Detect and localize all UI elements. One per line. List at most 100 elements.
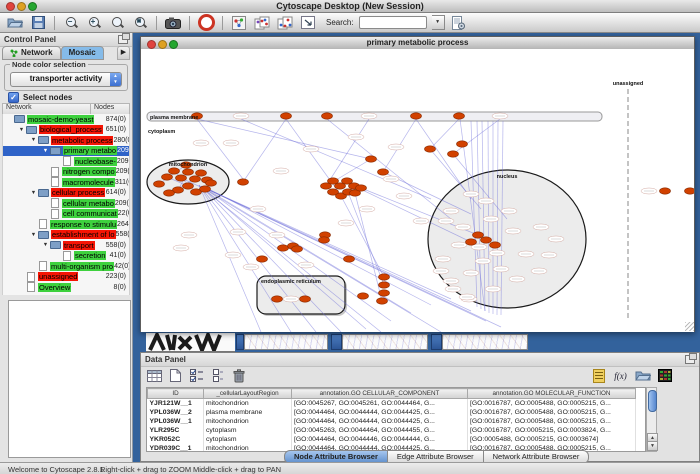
network-node[interactable] [272, 296, 283, 302]
expander-icon[interactable]: ▼ [29, 137, 38, 143]
tab-mosaic[interactable]: Mosaic [61, 46, 104, 60]
scrollbar-thumb[interactable] [648, 390, 657, 412]
network-node[interactable] [481, 237, 492, 243]
network-node[interactable] [292, 246, 303, 252]
float-window-icon[interactable] [118, 35, 128, 44]
cell[interactable]: mitochondrion [204, 417, 292, 426]
cell[interactable]: mitochondrion [204, 399, 292, 409]
network-node[interactable] [379, 274, 390, 280]
tree-row-nucleobase[interactable]: nucleobase-209(0) [3, 156, 129, 167]
import-attributes-button[interactable] [634, 367, 651, 384]
select-attributes-button[interactable] [146, 367, 163, 384]
cell[interactable]: [GO:0044464, GO:0044444, GO:0044425, G..… [292, 408, 468, 417]
scroll-down-button[interactable]: ▼ [647, 441, 658, 451]
background-window-sliver[interactable] [146, 333, 235, 352]
cell[interactable]: cytoplasm [204, 426, 292, 435]
tree-row-nitrogen-compo[interactable]: nitrogen compo209(0) [3, 167, 129, 178]
edge[interactable] [430, 119, 459, 149]
cell[interactable]: YLR295C [148, 426, 204, 435]
background-window-sliver[interactable] [442, 334, 528, 350]
network-node[interactable] [457, 141, 468, 147]
background-window-sliver[interactable] [342, 334, 428, 350]
snapshot-button[interactable] [164, 14, 182, 31]
background-window-titlebar[interactable] [331, 334, 342, 350]
column-header-cellularlayoutregion[interactable]: _cellularLayoutRegion [204, 389, 292, 399]
table-row-ylr295c[interactable]: YLR295Ccytoplasm[GO:0045263, GO:0044464,… [148, 426, 636, 435]
tab-network[interactable]: Network [2, 46, 61, 60]
cell[interactable]: YDR039C__1 [148, 444, 204, 452]
annotation-button[interactable] [299, 14, 317, 31]
cell[interactable]: [GO:0016787, GO:0005488, GO:0005215, G..… [468, 408, 636, 417]
cell[interactable]: [GO:0005488, GO:0005215, GO:0003674] [468, 435, 636, 444]
layout-button[interactable] [230, 14, 248, 31]
tree-row-establishment-of-lo[interactable]: ▼establishment of lo558(0) [3, 230, 129, 241]
zoom-selected-button[interactable]: ▣ [131, 14, 149, 31]
attribute-list-button[interactable] [590, 367, 607, 384]
network-node[interactable] [356, 185, 367, 191]
network-node[interactable] [425, 146, 436, 152]
tree-row-secretion[interactable]: secretion41(0) [3, 251, 129, 262]
network-node[interactable] [379, 282, 390, 288]
network-node[interactable] [300, 296, 311, 302]
tree-row-primary-metabo[interactable]: ▼primary metabo209(... [3, 146, 129, 157]
zoom-fit-button[interactable] [108, 14, 126, 31]
network-node[interactable] [169, 168, 180, 174]
cell[interactable]: plasma membrane [204, 408, 292, 417]
cell[interactable]: YPL036W__2 [148, 408, 204, 417]
birds-eye-view[interactable] [8, 300, 131, 458]
search-input[interactable] [359, 16, 427, 29]
table-row-ypl036w-2[interactable]: YPL036W__2plasma membrane[GO:0044464, GO… [148, 408, 636, 417]
expander-icon[interactable]: ▼ [41, 242, 50, 248]
network-node[interactable] [162, 174, 173, 180]
background-window-titlebar[interactable] [431, 334, 442, 350]
tree-row-overview[interactable]: Overview8(0) [3, 282, 129, 293]
background-window-sliver[interactable] [244, 334, 328, 350]
network-node[interactable] [196, 170, 207, 176]
tree-row-unassigned[interactable]: unassigned223(0) [3, 272, 129, 283]
network-node[interactable] [257, 256, 268, 262]
network-overlay-2-button[interactable] [276, 14, 294, 31]
network-overlay-1-button[interactable] [253, 14, 271, 31]
cell[interactable]: [GO:0044464, GO:0044446, GO:0044444, G..… [292, 435, 468, 444]
network-node[interactable] [358, 293, 369, 299]
network-node[interactable] [206, 180, 217, 186]
cell[interactable]: YJR121W__1 [148, 399, 204, 409]
table-scrollbar[interactable]: ▲ ▼ [646, 387, 657, 452]
network-node[interactable] [344, 256, 355, 262]
network-node[interactable] [238, 179, 249, 185]
cell[interactable]: [GO:0045267, GO:0045261, GO:0044464, G..… [292, 399, 468, 409]
session-button[interactable] [450, 14, 468, 31]
tree-row-cellular-process[interactable]: ▼cellular process614(0) [3, 188, 129, 199]
network-node[interactable] [164, 190, 175, 196]
tree-row-response-to-stimulu[interactable]: response to stimulu264(0) [3, 219, 129, 230]
cell[interactable]: [GO:0045263, GO:0044464, GO:0044455, G..… [292, 426, 468, 435]
column-header-id[interactable]: ID [148, 389, 204, 399]
network-node[interactable] [377, 298, 388, 304]
network-node[interactable] [281, 113, 292, 119]
cell[interactable]: [GO:0016787, GO:0005488, GO:0005215, G..… [468, 417, 636, 426]
network-node[interactable] [322, 113, 333, 119]
cell[interactable]: YPL036W__1 [148, 417, 204, 426]
search-dropdown-button[interactable]: ▼ [432, 15, 445, 30]
background-window-titlebar[interactable] [236, 334, 244, 350]
table-row-ykr052c[interactable]: YKR052Ccytoplasm[GO:0044464, GO:0044446,… [148, 435, 636, 444]
tree-row-multi-organism-pro[interactable]: multi-organism pro42(0) [3, 261, 129, 272]
column-header-annotation-go-cellular-component[interactable]: annotation.GO CELLULAR_COMPONENT [292, 389, 468, 399]
table-row-yjr121w-1[interactable]: YJR121W__1mitochondrion[GO:0045267, GO:0… [148, 399, 636, 409]
network-node[interactable] [490, 242, 501, 248]
cell[interactable]: [GO:0016787, GO:0005488, GO:0005215, G..… [468, 399, 636, 409]
expander-icon[interactable]: ▼ [41, 148, 50, 154]
select-nodes-checkbox[interactable]: ✓ [8, 92, 19, 103]
network-node[interactable] [319, 237, 330, 243]
network-node[interactable] [183, 183, 194, 189]
tree-row-transport[interactable]: ▼transport558(0) [3, 240, 129, 251]
help-button[interactable] [197, 14, 215, 31]
cell[interactable]: [GO:0016787, GO:0005215, GO:0003824, G..… [468, 426, 636, 435]
tree-row-mosaic-demo-yeast[interactable]: mosaic-demo-yeast874(0) [3, 114, 129, 125]
network-tree[interactable]: mosaic-demo-yeast874(0)▼biological_proce… [2, 114, 130, 295]
network-node[interactable] [366, 156, 377, 162]
expander-icon[interactable]: ▼ [29, 232, 38, 238]
cell[interactable]: YKR052C [148, 435, 204, 444]
formula-button[interactable]: f(x) [612, 367, 629, 384]
network-node[interactable] [378, 169, 389, 175]
